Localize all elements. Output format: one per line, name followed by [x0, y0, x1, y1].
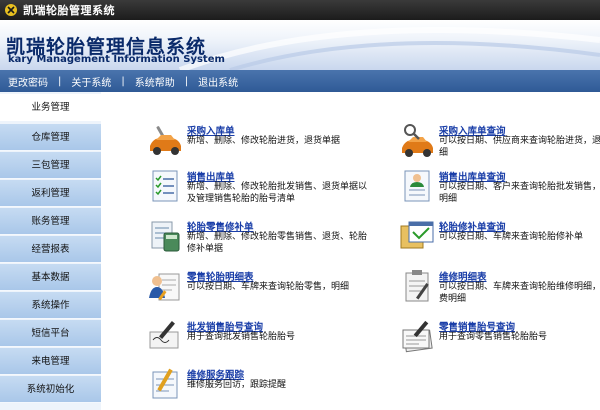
sidebar-item-init[interactable]: 系统初始化: [0, 376, 101, 403]
card-sales-out[interactable]: 销售出库单 新增、删除、修改轮胎批发销售、退货单据以及管理销售轮胎的胎号清单: [147, 168, 377, 218]
menu-separator: |: [121, 75, 125, 87]
user-report-icon: [149, 273, 180, 301]
title-bar: 凯瑞轮胎管理系统: [0, 0, 600, 20]
app-logo-icon: [5, 4, 17, 16]
card-desc: 用于查询零售销售轮胎胎号: [439, 332, 548, 342]
menu-separator: |: [184, 75, 189, 87]
card-desc: 可以按日期、车牌来查询轮胎零售，明细: [187, 282, 350, 292]
top-menu-bar: 更改密码 | 关于系统 | 系统帮助 | 退出系统: [0, 70, 600, 92]
card-repair-query[interactable]: 轮胎修补单查询 可以按日期、车牌来查询轮胎修补单: [399, 218, 600, 268]
pen-writing-icon: [149, 321, 179, 349]
menu-system-help[interactable]: 系统帮助: [135, 74, 175, 89]
sidebar-item-rebate[interactable]: 返利管理: [0, 180, 101, 207]
card-desc: 用于查询批发销售轮胎胎号: [187, 332, 296, 342]
card-desc: 可以按日期、客户来查询轮胎批发销售，退货明细: [439, 182, 600, 204]
menu-exit-system[interactable]: 退出系统: [198, 74, 238, 89]
card-repair-detail[interactable]: 维修明细表 可以按日期、车牌来查询轮胎维修明细，修补费明细: [399, 268, 600, 318]
card-desc: 可以按日期、供应商来查询轮胎进货，退货明细: [439, 136, 600, 158]
sidebar-item-warranty[interactable]: 三包管理: [0, 152, 101, 179]
menu-separator: |: [58, 75, 62, 87]
sidebar-item-accounts[interactable]: 账务管理: [0, 208, 101, 235]
main-content: 采购入库单 新增、删除、修改轮胎进货，退货单据 销售出库单 新增、删除、修改轮胎…: [101, 92, 600, 410]
card-desc: 可以按日期、车牌来查询轮胎维修明细，修补费明细: [439, 282, 600, 304]
card-retail-tire-no[interactable]: 零售销售胎号查询 用于查询零售销售轮胎胎号: [399, 318, 600, 368]
checklist-icon: [152, 170, 178, 202]
folder-window-icon: [400, 221, 434, 249]
card-desc: 新增、删除、修改轮胎进货，退货单据: [187, 136, 341, 146]
sidebar-item-calls[interactable]: 来电管理: [0, 348, 101, 375]
car-search-icon: [402, 124, 433, 157]
header-banner: 凯瑞轮胎管理信息系统 kary Management Information S…: [0, 20, 600, 70]
banner-subtitle: kary Management Information System: [8, 54, 225, 65]
card-desc: 新增、删除、修改轮胎批发销售、退货单据以及管理销售轮胎的胎号清单: [187, 182, 368, 204]
card-wholesale-tire-no[interactable]: 批发销售胎号查询 用于查询批发销售轮胎胎号: [147, 318, 377, 368]
card-sales-query[interactable]: 销售出库单查询 可以按日期、客户来查询轮胎批发销售，退货明细: [399, 168, 600, 218]
menu-change-password[interactable]: 更改密码: [8, 74, 48, 89]
sidebar-item-basic-data[interactable]: 基本数据: [0, 264, 101, 291]
window-title: 凯瑞轮胎管理系统: [23, 4, 115, 17]
sidebar-item-reports[interactable]: 经营报表: [0, 236, 101, 263]
card-retail-detail[interactable]: 零售轮胎明细表 可以按日期、车牌来查询轮胎零售，明细: [147, 268, 377, 318]
card-desc: 可以按日期、车牌来查询轮胎修补单: [439, 232, 584, 242]
sidebar-item-sms[interactable]: 短信平台: [0, 320, 101, 347]
sidebar-item-warehouse[interactable]: 仓库管理: [0, 124, 101, 151]
doc-user-icon: [404, 170, 430, 202]
sidebar-nav: 业务管理 仓库管理 三包管理 返利管理 账务管理 经营报表 基本数据 系统操作 …: [0, 92, 101, 410]
card-desc: 维修服务回访，跟踪提醒: [187, 380, 287, 390]
card-service-tracking[interactable]: 维修服务跟踪 维修服务回访，跟踪提醒: [147, 366, 377, 410]
card-desc: 新增、删除、修改轮胎零售销售、退货、轮胎修补单据: [187, 232, 368, 254]
app-window: 凯瑞轮胎管理系统 凯瑞轮胎管理信息系统 kary Management Info…: [0, 0, 600, 410]
sidebar-item-system-ops[interactable]: 系统操作: [0, 292, 101, 319]
document-calculator-icon: [151, 221, 180, 252]
card-purchase-in[interactable]: 采购入库单 新增、删除、修改轮胎进货，退货单据: [147, 122, 377, 172]
sidebar-item-business[interactable]: 业务管理: [0, 94, 101, 121]
pencil-list-icon: [152, 368, 178, 399]
clipboard-pen-icon: [405, 270, 429, 302]
card-purchase-query[interactable]: 采购入库单查询 可以按日期、供应商来查询轮胎进货，退货明细: [399, 122, 600, 172]
car-wrench-icon: [150, 126, 181, 155]
menu-about-system[interactable]: 关于系统: [71, 74, 111, 89]
card-retail-repair[interactable]: 轮胎零售修补单 新增、删除、修改轮胎零售销售、退货、轮胎修补单据: [147, 218, 377, 268]
stack-papers-icon: [402, 320, 433, 353]
